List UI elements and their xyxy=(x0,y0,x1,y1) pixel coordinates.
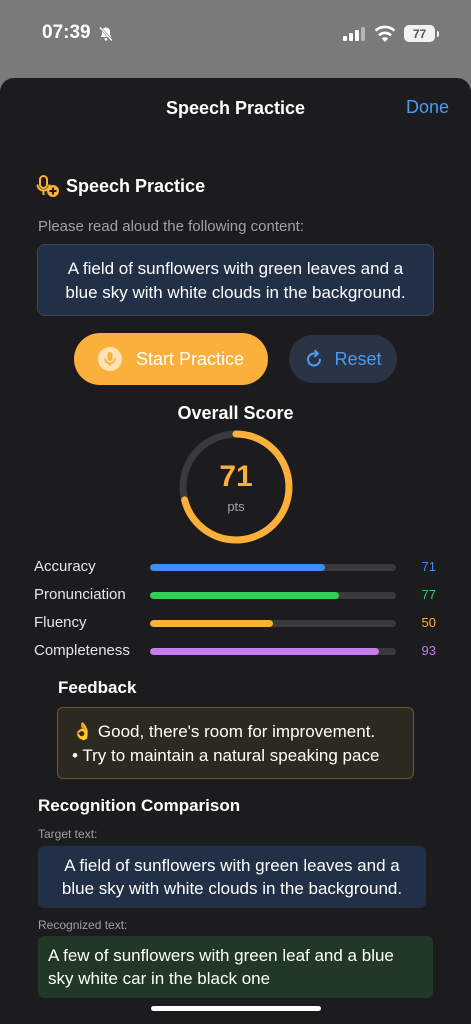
start-practice-button[interactable]: Start Practice xyxy=(74,333,268,385)
reset-label: Reset xyxy=(334,348,382,369)
metric-row: Pronunciation 77 xyxy=(34,586,444,606)
feedback-tip: • Try to maintain a natural speaking pac… xyxy=(72,746,380,765)
start-practice-label: Start Practice xyxy=(135,348,245,369)
metric-fill xyxy=(150,592,340,599)
metric-track xyxy=(150,648,396,655)
metric-fill xyxy=(150,648,379,655)
feedback-title: Feedback xyxy=(58,678,137,697)
metric-track xyxy=(150,620,396,627)
metric-track xyxy=(150,592,396,599)
metric-value: 50 xyxy=(421,615,436,630)
mic-icon xyxy=(97,347,122,371)
overall-score-title: Overall Score xyxy=(177,403,294,423)
score-unit: pts xyxy=(227,499,245,514)
score-value: 71 xyxy=(219,460,253,493)
battery-indicator: 77 xyxy=(404,25,439,42)
metric-label: Accuracy xyxy=(34,558,96,575)
nav-title: Speech Practice xyxy=(165,98,306,118)
comparison-title: Recognition Comparison xyxy=(38,796,241,815)
recognized-text-label: Recognized text: xyxy=(38,918,128,932)
section-header: Speech Practice xyxy=(36,174,205,198)
status-time: 07:39 xyxy=(42,22,91,43)
section-title: Speech Practice xyxy=(66,175,206,196)
metric-row: Accuracy 71 xyxy=(34,558,444,578)
metric-row: Fluency 50 xyxy=(34,614,444,634)
feedback-summary: 👌 Good, there's room for improvement. xyxy=(72,722,376,741)
metric-track xyxy=(150,564,396,571)
metric-value: 77 xyxy=(421,587,436,602)
signal-icon xyxy=(343,27,365,41)
metric-fill xyxy=(150,620,273,627)
speech-practice-sheet: Speech Practice Done Speech Practice Ple… xyxy=(0,78,471,1024)
metric-fill xyxy=(150,564,325,571)
feedback-box: 👌 Good, there's room for improvement. • … xyxy=(57,707,414,779)
target-text-box: A field of sunflowers with green leaves … xyxy=(38,846,426,908)
home-indicator xyxy=(151,1006,321,1011)
prompt-text-box: A field of sunflowers with green leaves … xyxy=(37,244,434,316)
status-bar: 07:39 77 xyxy=(0,0,471,70)
target-text-label: Target text: xyxy=(38,827,98,841)
wifi-icon xyxy=(374,25,396,42)
metric-label: Completeness xyxy=(34,642,130,659)
reset-icon xyxy=(307,349,322,367)
metric-value: 93 xyxy=(421,643,436,658)
done-button[interactable]: Done xyxy=(406,97,449,118)
metric-label: Fluency xyxy=(34,614,87,631)
instruction-text: Please read aloud the following content: xyxy=(38,218,305,235)
metric-value: 71 xyxy=(421,559,436,574)
reset-button[interactable]: Reset xyxy=(289,335,397,383)
mic-plus-icon xyxy=(36,175,59,197)
metric-label: Pronunciation xyxy=(34,586,126,603)
recognized-text-box: A few of sunflowers with green leaf and … xyxy=(38,936,433,998)
metric-row: Completeness 93 xyxy=(34,642,444,662)
bell-slash-icon xyxy=(99,26,113,42)
